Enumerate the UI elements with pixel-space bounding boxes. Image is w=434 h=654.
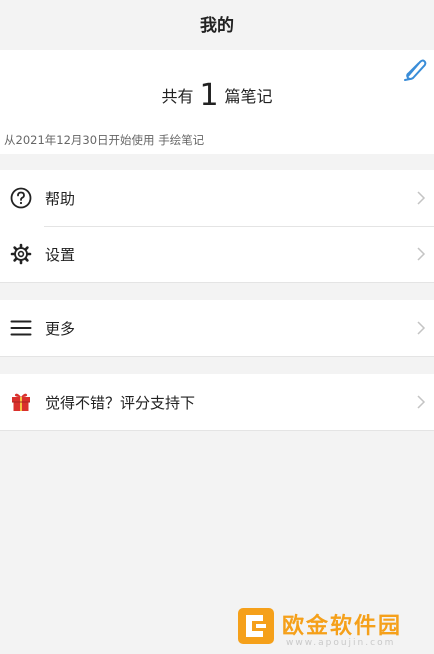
menu-group-help-settings: 帮助 设置: [0, 170, 434, 283]
watermark-url: www.apoujin.com: [286, 638, 396, 648]
menu-group-more: 更多: [0, 300, 434, 357]
watermark-text: 欧金软件园: [282, 614, 403, 639]
menu-item-help[interactable]: 帮助: [0, 170, 434, 226]
menu-item-more-label: 更多: [45, 319, 76, 338]
gear-icon: [10, 243, 32, 265]
chevron-right-icon: [417, 247, 426, 261]
note-count-prefix: 共有: [161, 87, 194, 106]
gift-icon: [10, 391, 32, 413]
menu-item-settings[interactable]: 设置: [0, 226, 434, 282]
usage-since-text: 从2021年12月30日开始使用 手绘笔记: [4, 133, 205, 147]
page-title: 我的: [200, 15, 234, 36]
chevron-right-icon: [417, 321, 426, 335]
watermark: 欧金软件园 www.apoujin.com: [236, 604, 426, 650]
chevron-right-icon: [417, 191, 426, 205]
chevron-right-icon: [417, 395, 426, 409]
hamburger-menu-icon: [10, 317, 32, 339]
help-circle-icon: [10, 187, 32, 209]
note-count-suffix: 篇笔记: [224, 87, 273, 106]
menu-item-help-label: 帮助: [45, 189, 76, 208]
menu-item-settings-label: 设置: [45, 245, 76, 264]
menu-item-rate-label: 觉得不错？评分支持下: [45, 393, 196, 412]
watermark-logo-icon: [238, 608, 274, 644]
note-count: 共有 1 篇笔记: [0, 76, 434, 117]
menu-group-rate: 觉得不错？评分支持下: [0, 374, 434, 431]
menu-item-more[interactable]: 更多: [0, 300, 434, 356]
top-bar: 我的: [0, 0, 434, 46]
menu-item-rate[interactable]: 觉得不错？评分支持下: [0, 374, 434, 430]
notes-summary-card: 共有 1 篇笔记 从2021年12月30日开始使用 手绘笔记: [0, 50, 434, 154]
note-count-value: 1: [199, 78, 219, 113]
